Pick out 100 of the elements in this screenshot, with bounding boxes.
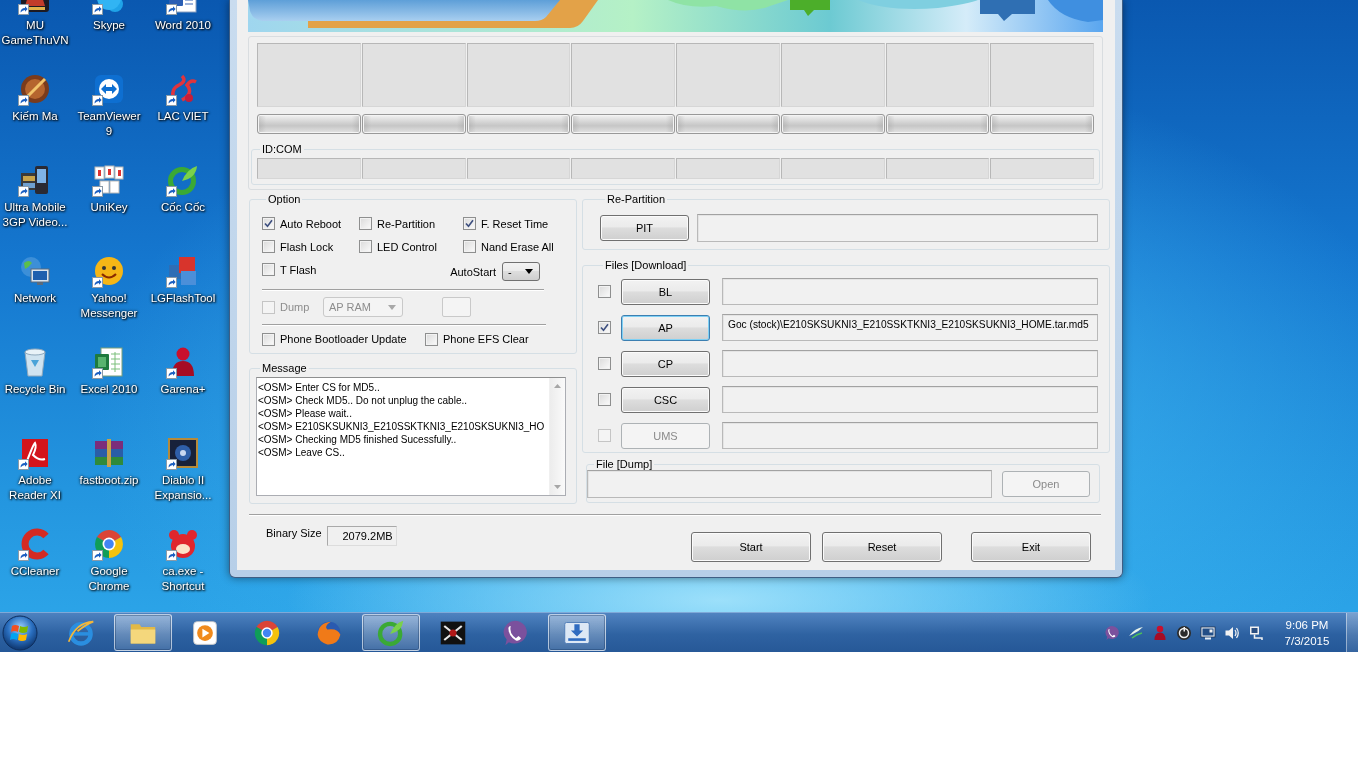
file-slot-button[interactable]: AP [621, 314, 710, 341]
group-title: Option [267, 193, 302, 205]
phone-film-icon[interactable] [19, 164, 51, 196]
books-stack-icon[interactable] [93, 437, 125, 469]
caret-icon [388, 304, 396, 310]
desktop-icon-label[interactable]: Recycle Bin [0, 382, 70, 397]
round-dial-icon[interactable] [1176, 624, 1192, 641]
file-path-field[interactable]: Goc (stock)\E210SKSUKNI3_E210SSKTKNI3_E210SKSUKNI3_HOME.tar.md5 [722, 314, 1098, 341]
checkbox[interactable] [463, 240, 476, 253]
play-tile-icon[interactable] [191, 618, 219, 647]
file-path-field[interactable] [587, 470, 992, 498]
desktop-icon-label[interactable]: Skype [74, 18, 144, 33]
autostart-dropdown[interactable]: - [502, 262, 540, 281]
checkbox-label[interactable]: T Flash [280, 262, 317, 277]
file-slot-button[interactable]: CSC [621, 386, 710, 413]
checkbox[interactable] [598, 357, 611, 370]
monitor-icon[interactable] [1200, 624, 1216, 641]
checkbox[interactable] [463, 217, 476, 230]
input-field[interactable] [442, 297, 471, 317]
group-title: Files [Download] [604, 259, 688, 271]
globe-monitor-icon[interactable] [19, 255, 51, 287]
phone-bubble-icon[interactable] [501, 618, 529, 647]
group-title: Re-Partition [606, 193, 667, 205]
desktop-icon-label[interactable]: Word 2010 [148, 18, 218, 33]
checkbox[interactable] [359, 240, 372, 253]
segmented-ball-icon[interactable] [253, 618, 281, 647]
document-swoosh-icon[interactable] [19, 437, 51, 469]
file-path-field[interactable] [697, 214, 1098, 242]
globe-ring-icon[interactable] [67, 618, 95, 647]
arrows-tile-icon[interactable] [93, 73, 125, 105]
checkbox-label[interactable]: Re-Partition [377, 216, 436, 231]
file-path-field[interactable] [722, 350, 1098, 377]
checkbox[interactable] [598, 285, 611, 298]
leaf-ring-icon[interactable] [167, 164, 199, 196]
checkbox[interactable] [425, 332, 438, 346]
desktop-icon-label[interactable]: Kiếm Ma [0, 109, 70, 124]
desktop-icon-label[interactable]: Cốc Cốc [148, 200, 218, 215]
log-line: <OSM> Leave CS.. [258, 446, 346, 459]
tiles-icon[interactable] [93, 164, 125, 196]
checkbox-label[interactable]: LED Control [377, 239, 437, 254]
plug-icon[interactable] [1248, 624, 1264, 641]
log-line: <OSM> Check MD5.. Do not unplug the cable.. [258, 394, 468, 407]
action-button[interactable]: Reset [822, 532, 942, 562]
file-path-field[interactable] [722, 422, 1098, 449]
phone-bubble-icon[interactable] [1104, 624, 1120, 641]
binary-size-label: Binary Size [266, 526, 322, 540]
start-orb-icon[interactable] [2, 614, 38, 651]
clock-date[interactable]: 7/3/2015 [1284, 632, 1330, 649]
wing-icon[interactable] [1128, 624, 1144, 641]
clock-time[interactable]: 9:06 PM [1285, 616, 1329, 633]
group-title: File [Dump] [595, 458, 654, 470]
desktop-icon-label[interactable]: Garena+ [148, 382, 218, 397]
emoticon-icon[interactable] [93, 255, 125, 287]
checkbox[interactable] [262, 332, 275, 346]
pit-button[interactable]: PIT [600, 215, 689, 241]
crescent-icon[interactable] [19, 528, 51, 560]
desktop-icon-label[interactable]: TeamViewer 9 [74, 109, 144, 139]
message-log[interactable]: <OSM> Enter CS for MD5.. <OSM> Check MD5.. Do not unplug the cable.. <OSM> Please wait.. <OSM> E210SKSUKNI3_E210SSKTKNI3_E210SKSUKNI3_HO <OSM> Checking MD5 finished Sucessfully.. <OSM> Leave CS.. [256, 377, 566, 496]
checkbox[interactable] [359, 217, 372, 230]
checkbox-label[interactable]: Nand Erase All [481, 239, 554, 254]
desktop-icon-label[interactable]: Yahoo! Messenger [74, 291, 144, 321]
checkbox-label[interactable]: Phone Bootloader Update [280, 332, 407, 346]
binary-size-field: 2079.2MB [326, 526, 397, 546]
group-title: Message [261, 362, 308, 374]
checkbox[interactable] [262, 217, 275, 230]
log-line: <OSM> Checking MD5 finished Sucessfully.. [258, 433, 458, 446]
speaker-icon[interactable] [1224, 624, 1240, 641]
desktop-icon-label[interactable]: LGFlashTool [148, 291, 218, 306]
log-line: <OSM> Please wait.. [258, 407, 353, 420]
show-desktop-button[interactable] [1346, 613, 1358, 652]
checkbox-label[interactable]: Flash Lock [280, 239, 334, 254]
desktop-icon-label[interactable]: MU GameThuVN [0, 18, 70, 48]
caret-icon [525, 269, 533, 274]
desktop-icon-label[interactable]: UniKey [74, 200, 144, 215]
desktop-icon-label[interactable]: LAC VIET [148, 109, 218, 124]
action-button[interactable]: Exit [971, 532, 1091, 562]
file-slot-button[interactable]: BL [621, 278, 710, 305]
file-slot-button[interactable]: CP [621, 350, 710, 377]
checkbox[interactable] [262, 263, 275, 276]
action-button[interactable]: Start [691, 532, 811, 562]
spreadsheet-icon[interactable] [93, 346, 125, 378]
desktop-icon-label[interactable]: Ultra Mobile 3GP Video... [0, 200, 70, 230]
taskbar-button[interactable] [114, 614, 172, 651]
framed-emblem-icon[interactable] [167, 437, 199, 469]
checkbox[interactable] [262, 240, 275, 253]
segmented-ball-icon[interactable] [93, 528, 125, 560]
desktop-icon-label[interactable]: Excel 2010 [74, 382, 144, 397]
cubes-icon[interactable] [167, 255, 199, 287]
taskbar-button[interactable] [548, 614, 606, 651]
desktop-icon-label[interactable]: Network [0, 291, 70, 306]
checkbox[interactable] [598, 321, 611, 334]
group-title: ID:COM [261, 143, 303, 155]
round-mascot-icon[interactable] [167, 528, 199, 560]
checkbox[interactable] [598, 393, 611, 406]
file-path-field[interactable] [722, 278, 1098, 305]
round-emblem-icon[interactable] [19, 73, 51, 105]
file-path-field[interactable] [722, 386, 1098, 413]
checkbox-label[interactable]: F. Reset Time [481, 216, 549, 231]
checkbox-label[interactable]: Auto Reboot [280, 216, 342, 231]
checkbox-label[interactable]: Phone EFS Clear [443, 332, 529, 346]
